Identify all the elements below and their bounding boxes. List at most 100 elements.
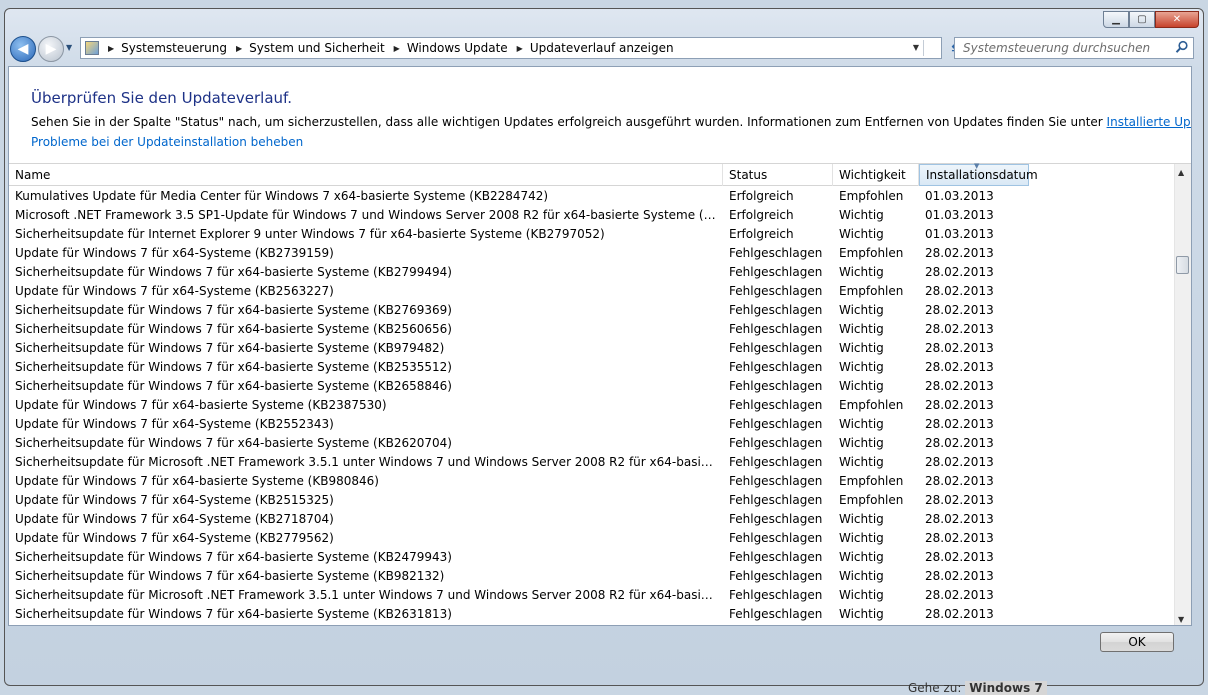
cell-status: Fehlgeschlagen: [729, 265, 823, 279]
recent-pages-dropdown-icon[interactable]: ▼: [66, 43, 72, 52]
cell-date: 28.02.2013: [925, 474, 994, 488]
scroll-down-icon[interactable]: ▼: [1178, 615, 1184, 624]
chevron-right-icon[interactable]: ▶: [108, 44, 114, 53]
cell-status: Fehlgeschlagen: [729, 360, 823, 374]
search-icon[interactable]: [1175, 40, 1189, 54]
chevron-right-icon[interactable]: ▶: [236, 44, 242, 53]
cell-date: 28.02.2013: [925, 512, 994, 526]
search-placeholder: Systemsteuerung durchsuchen: [963, 41, 1151, 55]
control-panel-icon: [85, 41, 99, 55]
cell-status: Fehlgeschlagen: [729, 512, 823, 526]
cell-importance: Wichtig: [839, 550, 884, 564]
cell-importance: Wichtig: [839, 341, 884, 355]
table-row[interactable]: Update für Windows 7 für x64-Systeme (KB…: [9, 510, 1175, 529]
cell-importance: Empfohlen: [839, 474, 904, 488]
cell-importance: Wichtig: [839, 531, 884, 545]
page-description: Sehen Sie in der Spalte "Status" nach, u…: [31, 115, 1191, 129]
cell-name: Update für Windows 7 für x64-basierte Sy…: [15, 474, 379, 488]
cell-name: Sicherheitsupdate für Windows 7 für x64-…: [15, 265, 452, 279]
forward-arrow-icon: ▶: [45, 41, 57, 57]
table-row[interactable]: Sicherheitsupdate für Microsoft .NET Fra…: [9, 586, 1175, 605]
cell-name: Sicherheitsupdate für Windows 7 für x64-…: [15, 436, 452, 450]
breadcrumb-windows-update[interactable]: Windows Update: [407, 41, 508, 55]
table-row[interactable]: Update für Windows 7 für x64-Systeme (KB…: [9, 415, 1175, 434]
forward-button[interactable]: ▶: [38, 36, 64, 62]
column-header-status[interactable]: Status: [723, 164, 833, 186]
address-bar[interactable]: ▶ Systemsteuerung ▶ System und Sicherhei…: [80, 37, 942, 59]
table-row[interactable]: Sicherheitsupdate für Windows 7 für x64-…: [9, 434, 1175, 453]
table-row[interactable]: Sicherheitsupdate für Microsoft .NET Fra…: [9, 453, 1175, 472]
cell-date: 28.02.2013: [925, 550, 994, 564]
cell-date: 28.02.2013: [925, 303, 994, 317]
column-label: Name: [15, 167, 51, 182]
cell-status: Fehlgeschlagen: [729, 436, 823, 450]
maximize-button[interactable]: ▢: [1129, 11, 1155, 28]
table-row[interactable]: Sicherheitsupdate für Windows 7 für x64-…: [9, 301, 1175, 320]
address-divider: [923, 40, 924, 56]
table-row[interactable]: Sicherheitsupdate für Windows 7 für x64-…: [9, 263, 1175, 282]
cell-name: Sicherheitsupdate für Windows 7 für x64-…: [15, 303, 452, 317]
cell-importance: Wichtig: [839, 436, 884, 450]
chevron-right-icon[interactable]: ▶: [394, 44, 400, 53]
cell-date: 28.02.2013: [925, 436, 994, 450]
cell-name: Update für Windows 7 für x64-Systeme (KB…: [15, 284, 334, 298]
ok-button[interactable]: OK: [1100, 632, 1174, 652]
cell-date: 28.02.2013: [925, 588, 994, 602]
close-button[interactable]: ✕: [1155, 11, 1199, 28]
table-row[interactable]: Sicherheitsupdate für Windows 7 für x64-…: [9, 567, 1175, 586]
description-text: Sehen Sie in der Spalte "Status" nach, u…: [31, 115, 1107, 129]
cell-date: 28.02.2013: [925, 379, 994, 393]
installed-updates-link[interactable]: Installierte Updates: [1107, 115, 1191, 129]
cell-name: Update für Windows 7 für x64-Systeme (KB…: [15, 531, 334, 545]
cell-status: Fehlgeschlagen: [729, 607, 823, 621]
cell-name: Update für Windows 7 für x64-basierte Sy…: [15, 398, 387, 412]
table-row[interactable]: Update für Windows 7 für x64-Systeme (KB…: [9, 491, 1175, 510]
breadcrumb-system-und-sicherheit[interactable]: System und Sicherheit: [249, 41, 385, 55]
back-button[interactable]: ◀: [10, 36, 36, 62]
column-header-wichtigkeit[interactable]: Wichtigkeit: [833, 164, 919, 186]
minimize-button[interactable]: ▁: [1103, 11, 1129, 28]
cell-status: Fehlgeschlagen: [729, 474, 823, 488]
back-arrow-icon: ◀: [17, 41, 29, 57]
column-header-name[interactable]: Name: [9, 164, 723, 186]
table-row[interactable]: Sicherheitsupdate für Windows 7 für x64-…: [9, 605, 1175, 624]
cell-date: 28.02.2013: [925, 398, 994, 412]
troubleshoot-link[interactable]: Probleme bei der Updateinstallation behe…: [31, 135, 303, 149]
chevron-right-icon[interactable]: ▶: [517, 44, 523, 53]
scrollbar-thumb[interactable]: [1176, 256, 1189, 274]
search-input[interactable]: Systemsteuerung durchsuchen: [954, 37, 1194, 59]
caption-buttons: ▁ ▢ ✕: [1103, 11, 1199, 28]
table-row[interactable]: Update für Windows 7 für x64-basierte Sy…: [9, 472, 1175, 491]
address-dropdown-icon[interactable]: ▼: [913, 43, 919, 52]
table-row[interactable]: Update für Windows 7 für x64-Systeme (KB…: [9, 282, 1175, 301]
column-header-installationsdatum[interactable]: ▼ Installationsdatum: [919, 162, 1038, 186]
table-row[interactable]: Sicherheitsupdate für Windows 7 für x64-…: [9, 358, 1175, 377]
table-row[interactable]: Sicherheitsupdate für Windows 7 für x64-…: [9, 339, 1175, 358]
table-row[interactable]: Sicherheitsupdate für Windows 7 für x64-…: [9, 320, 1175, 339]
content-panel: Überprüfen Sie den Updateverlauf. Sehen …: [8, 66, 1192, 626]
table-row[interactable]: Sicherheitsupdate für Internet Explorer …: [9, 225, 1175, 244]
cell-name: Sicherheitsupdate für Windows 7 für x64-…: [15, 379, 452, 393]
cell-status: Fehlgeschlagen: [729, 417, 823, 431]
table-row[interactable]: Update für Windows 7 für x64-basierte Sy…: [9, 396, 1175, 415]
cell-name: Update für Windows 7 für x64-Systeme (KB…: [15, 417, 334, 431]
scroll-up-icon[interactable]: ▲: [1178, 168, 1184, 177]
cell-date: 28.02.2013: [925, 607, 994, 621]
cell-name: Update für Windows 7 für x64-Systeme (KB…: [15, 246, 334, 260]
cell-name: Sicherheitsupdate für Windows 7 für x64-…: [15, 550, 452, 564]
table-row[interactable]: Update für Windows 7 für x64-Systeme (KB…: [9, 529, 1175, 548]
table-row[interactable]: Kumulatives Update für Media Center für …: [9, 187, 1175, 206]
breadcrumb-updateverlauf[interactable]: Updateverlauf anzeigen: [530, 41, 674, 55]
cell-name: Sicherheitsupdate für Windows 7 für x64-…: [15, 569, 445, 583]
cell-status: Fehlgeschlagen: [729, 284, 823, 298]
vertical-scrollbar[interactable]: ▲ ▼: [1174, 164, 1191, 625]
table-row[interactable]: Update für Windows 7 für x64-Systeme (KB…: [9, 244, 1175, 263]
cell-status: Fehlgeschlagen: [729, 550, 823, 564]
table-row[interactable]: Sicherheitsupdate für Windows 7 für x64-…: [9, 548, 1175, 567]
table-row[interactable]: Microsoft .NET Framework 3.5 SP1-Update …: [9, 206, 1175, 225]
table-row[interactable]: Sicherheitsupdate für Windows 7 für x64-…: [9, 377, 1175, 396]
cell-status: Fehlgeschlagen: [729, 379, 823, 393]
background-label: Gehe zu:: [908, 681, 962, 695]
cell-status: Fehlgeschlagen: [729, 455, 823, 469]
breadcrumb-systemsteuerung[interactable]: Systemsteuerung: [121, 41, 227, 55]
